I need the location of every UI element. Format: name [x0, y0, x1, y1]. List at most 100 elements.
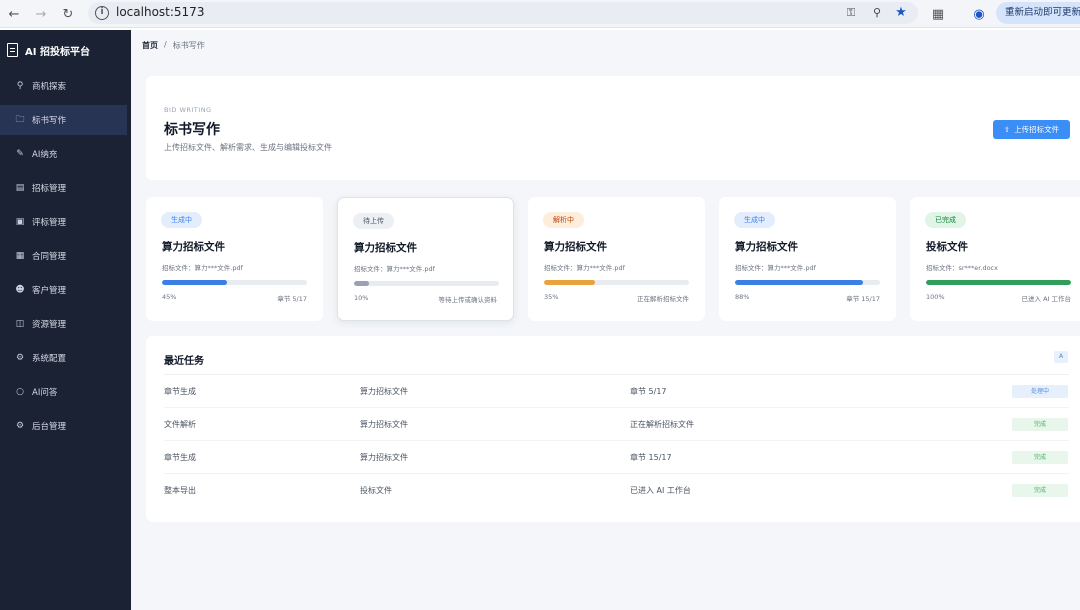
task-title: 投标文件 — [926, 241, 968, 253]
sidebar-item-label: 系统配置 — [32, 354, 67, 364]
task-card[interactable]: 已完成 投标文件 招标文件：sr***er.docx 100% 已进入 AI 工作台 — [910, 197, 1080, 321]
progress-percent: 45% — [162, 293, 177, 301]
status-badge: 解析中 — [543, 212, 584, 228]
task-status-text: 等待上传或确认资料 — [438, 296, 498, 304]
sidebar-item-label: AI问答 — [32, 388, 58, 398]
pen-icon: ✎ — [16, 149, 24, 159]
zoom-icon[interactable]: ⚲ — [870, 6, 884, 20]
task-type: 章节生成 — [164, 387, 196, 396]
sidebar-item-1[interactable]: ⚲ 商机探索 — [0, 71, 127, 101]
sidebar-item-8[interactable]: ◫ 资源管理 — [0, 309, 127, 339]
task-file-name: 招标文件：算力***文件.pdf — [162, 264, 243, 272]
upload-bid-file-button[interactable]: ⇧ 上传招标文件 — [993, 120, 1070, 139]
task-title: 算力招标文件 — [544, 241, 607, 253]
reload-icon[interactable]: ↻ — [59, 5, 77, 23]
status-badge: 生成中 — [161, 212, 202, 228]
back-arrow-icon[interactable]: ← — [5, 5, 23, 23]
progress-track — [544, 280, 689, 285]
page-header-card: BID WRITING 标书写作 上传招标文件、解析需求、生成与编辑投标文件 ⇧… — [146, 76, 1080, 180]
user-icon: ☻ — [15, 285, 25, 295]
sidebar-item-5[interactable]: ▣ 评标管理 — [0, 207, 127, 237]
progress-fill — [926, 280, 1071, 285]
breadcrumb-separator: / — [164, 40, 167, 49]
sidebar-item-6[interactable]: ▦ 合同管理 — [0, 241, 127, 271]
update-button[interactable]: 重新启动即可更新 — [996, 2, 1080, 24]
recent-tasks-title: 最近任务 — [164, 356, 204, 367]
chat-icon: ○ — [16, 387, 24, 397]
progress-fill — [544, 280, 595, 285]
bookmark-star-icon[interactable]: ★ — [894, 6, 908, 20]
sidebar-item-3[interactable]: ✎ AI纳充 — [0, 139, 127, 169]
folder-icon: 🗀 — [15, 115, 25, 125]
contract-icon: ▦ — [15, 251, 25, 261]
main-content: 首页 / 标书写作 BID WRITING 标书写作 上传招标文件、解析需求、生… — [131, 30, 1080, 610]
extensions-puzzle-icon[interactable]: ▦ — [929, 5, 947, 23]
brand-title: AI 招投标平台 — [25, 46, 90, 58]
status-badge: 生成中 — [734, 212, 775, 228]
table-row[interactable]: 文件解析 算力招标文件 正在解析招标文件 完成 — [164, 408, 1069, 441]
progress-fill — [735, 280, 863, 285]
address-bar[interactable]: i localhost:5173 ⚿ ⚲ ★ — [88, 2, 918, 24]
sidebar-item-2[interactable]: 🗀 标书写作 — [0, 105, 127, 135]
file-icon: ▤ — [15, 183, 25, 193]
task-card[interactable]: 解析中 算力招标文件 招标文件：算力***文件.pdf 35% 正在解析招标文件 — [528, 197, 705, 321]
sidebar-item-label: 招标管理 — [32, 184, 67, 194]
sidebar-item-7[interactable]: ☻ 客户管理 — [0, 275, 127, 305]
task-title: 算力招标文件 — [735, 241, 798, 253]
progress-track — [354, 281, 499, 286]
task-name: 投标文件 — [360, 486, 392, 495]
status-badge: 已完成 — [925, 212, 966, 228]
progress-percent: 88% — [735, 293, 750, 301]
task-card[interactable]: 生成中算力招标文件招标文件：算力***文件.pdf 45% 章节 5/17 — [146, 197, 323, 321]
task-title: 算力招标文件 — [354, 242, 417, 254]
database-icon: ◫ — [15, 319, 25, 329]
key-icon[interactable]: ⚿ — [844, 6, 858, 20]
progress-track — [735, 280, 880, 285]
task-status-text: 章节 5/17 — [277, 295, 307, 303]
task-file-name: 招标文件：算力***文件.pdf — [544, 264, 625, 272]
status-badge: 完成 — [1012, 418, 1068, 431]
task-name: 算力招标文件 — [360, 420, 408, 429]
sidebar-item-10[interactable]: ○ AI问答 — [0, 377, 127, 407]
search-icon: ⚲ — [16, 81, 24, 91]
progress-percent: 100% — [926, 293, 945, 301]
progress-percent: 35% — [544, 293, 559, 301]
upload-button-label: 上传招标文件 — [1014, 125, 1060, 134]
task-file-name: 招标文件：算力***文件.pdf — [735, 264, 816, 272]
sidebar-item-label: 后台管理 — [32, 422, 67, 432]
task-title: 算力招标文件 — [162, 241, 225, 253]
sidebar-item-9[interactable]: ⚙ 系统配置 — [0, 343, 127, 373]
settings-icon: ⚙ — [15, 421, 25, 431]
sidebar-item-label: 标书写作 — [32, 116, 67, 126]
brand: AI 招投标平台 — [7, 42, 90, 58]
table-row[interactable]: 章节生成 算力招标文件 章节 15/17 完成 — [164, 441, 1069, 474]
sidebar-item-label: 合同管理 — [32, 252, 67, 262]
sidebar-item-4[interactable]: ▤ 招标管理 — [0, 173, 127, 203]
progress-percent: 10% — [354, 294, 369, 302]
task-type: 章节生成 — [164, 453, 196, 462]
status-badge: 完成 — [1012, 451, 1068, 464]
recent-tasks-corner-button[interactable]: A — [1054, 351, 1068, 363]
task-detail: 章节 5/17 — [630, 387, 667, 396]
sidebar-item-11[interactable]: ⚙ 后台管理 — [0, 411, 127, 441]
sidebar-item-label: 评标管理 — [32, 218, 67, 228]
task-card[interactable]: 待上传算力招标文件招标文件：算力***文件.pdf 10% 等待上传或确认资料 — [337, 197, 514, 321]
profile-avatar-icon[interactable]: ◉ — [970, 5, 988, 23]
forward-arrow-icon[interactable]: → — [32, 5, 50, 23]
upload-icon: ⇧ — [1003, 125, 1011, 134]
breadcrumb-home[interactable]: 首页 — [142, 40, 158, 51]
page-title: 标书写作 — [164, 122, 220, 138]
task-card[interactable]: 生成中 算力招标文件 招标文件：算力***文件.pdf 88% 章节 15/17 — [719, 197, 896, 321]
table-row[interactable]: 整本导出 投标文件 已进入 AI 工作台 完成 — [164, 474, 1069, 507]
progress-fill — [354, 281, 369, 286]
progress-track — [926, 280, 1071, 285]
task-file-name: 招标文件：算力***文件.pdf — [354, 265, 435, 273]
status-badge: 待上传 — [353, 213, 394, 229]
sidebar-item-label: AI纳充 — [32, 150, 58, 160]
site-info-icon[interactable]: i — [95, 6, 109, 20]
sidebar-item-label: 商机探索 — [32, 82, 67, 92]
status-badge: 完成 — [1012, 484, 1068, 497]
task-detail: 章节 15/17 — [630, 453, 672, 462]
table-row[interactable]: 章节生成 算力招标文件 章节 5/17 处理中 — [164, 375, 1069, 408]
task-detail: 正在解析招标文件 — [630, 420, 694, 429]
